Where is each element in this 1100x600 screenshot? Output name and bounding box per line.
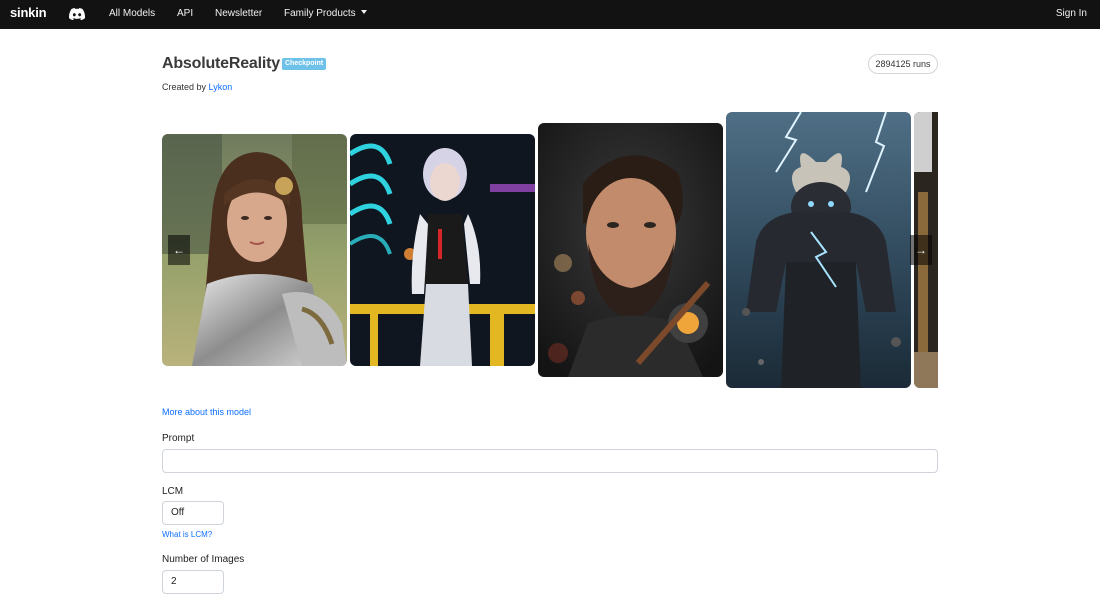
cyberpunk-girl-image[interactable]: [350, 134, 535, 366]
stone-giant-lightning-image[interactable]: [726, 112, 911, 388]
carousel-next-button[interactable]: →: [910, 235, 932, 265]
carousel-prev-button[interactable]: ←: [168, 235, 190, 265]
runs-count-badge: 2894125 runs: [868, 54, 938, 74]
caret-down-icon: [360, 10, 367, 14]
lcm-label: LCM: [162, 486, 184, 497]
number-of-images-input[interactable]: 2: [162, 570, 224, 594]
created-by-prefix: Created by: [162, 82, 209, 92]
prompt-label: Prompt: [162, 433, 195, 444]
model-title: AbsoluteReality: [162, 55, 280, 72]
author-link[interactable]: Lykon: [209, 82, 233, 92]
nav-family-products-dropdown[interactable]: Family Products: [284, 8, 367, 19]
lcm-select[interactable]: Off: [162, 501, 224, 525]
more-about-model-link[interactable]: More about this model: [162, 407, 251, 417]
arrow-left-icon: ←: [173, 243, 185, 257]
image-carousel: ← →: [162, 110, 938, 392]
discord-icon[interactable]: [69, 8, 85, 20]
nav-family-products-label: Family Products: [284, 8, 356, 19]
nav-all-models[interactable]: All Models: [109, 8, 155, 19]
nav-api[interactable]: API: [177, 8, 193, 19]
top-navbar: sinkin All Models API Newsletter Family …: [0, 0, 1100, 29]
nav-newsletter[interactable]: Newsletter: [215, 8, 262, 19]
what-is-lcm-link[interactable]: What is LCM?: [162, 530, 212, 539]
checkpoint-badge: Checkpoint: [282, 58, 327, 70]
sign-in-link[interactable]: Sign In: [1056, 8, 1087, 19]
created-by: Created by Lykon: [162, 82, 232, 92]
brand-logo[interactable]: sinkin: [10, 5, 47, 20]
bearded-man-image[interactable]: [538, 123, 723, 377]
prompt-input[interactable]: [162, 449, 938, 473]
arrow-right-icon: →: [915, 243, 927, 257]
number-of-images-label: Number of Images: [162, 554, 245, 565]
